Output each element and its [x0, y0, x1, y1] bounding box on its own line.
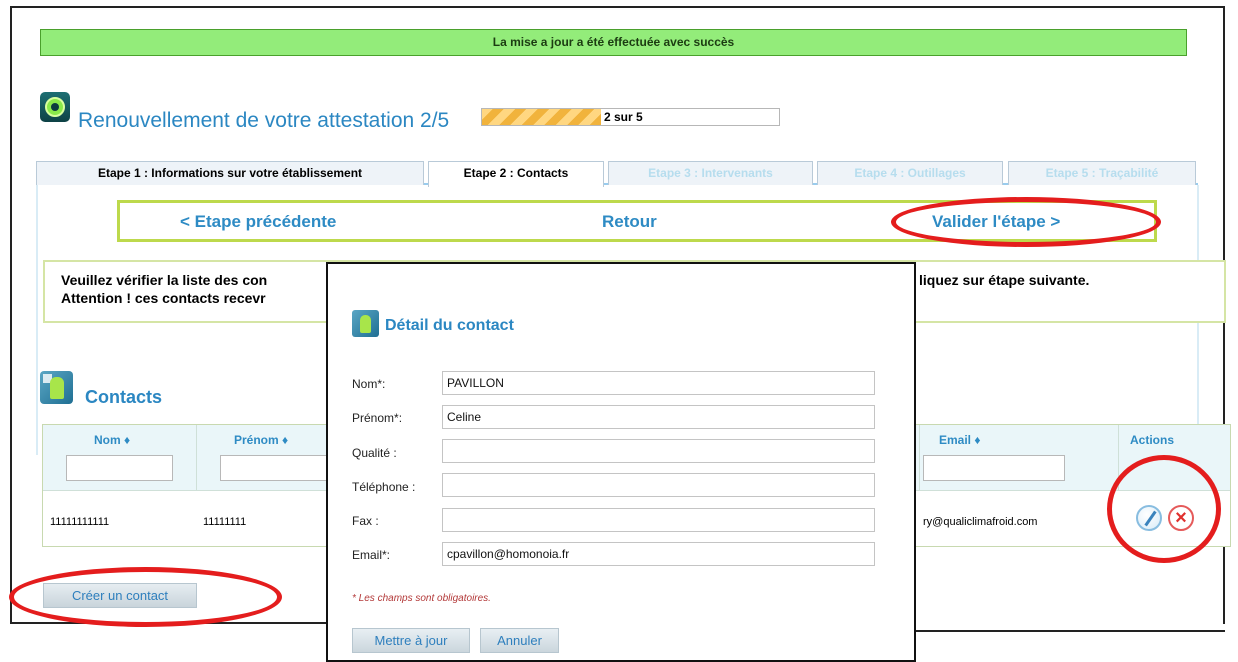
contacts-icon	[40, 371, 73, 404]
label-telephone: Téléphone :	[352, 480, 416, 494]
tab-etape-3: Etape 3 : Intervenants	[608, 161, 813, 185]
delete-icon[interactable]: ×	[1168, 505, 1194, 531]
info-line-1: Veuillez vérifier la liste des con	[61, 272, 268, 288]
progress-fill	[482, 109, 601, 125]
cell-nom: 11111111111	[50, 516, 110, 528]
back-link[interactable]: Retour	[602, 212, 657, 232]
label-prenom: Prénom*:	[352, 411, 403, 425]
column-divider	[1118, 425, 1119, 491]
column-divider	[196, 425, 197, 491]
contacts-title: Contacts	[85, 387, 163, 407]
success-banner: La mise a jour a été effectuée avec succ…	[40, 29, 1187, 56]
modal-title: Détail du contact	[385, 317, 514, 334]
cancel-button[interactable]: Annuler	[480, 628, 559, 653]
info-line-2: Attention ! ces contacts recevr	[61, 290, 266, 306]
contact-detail-icon	[352, 310, 379, 337]
contact-detail-modal: Détail du contact Nom*: Prénom*: Qualité…	[326, 262, 916, 662]
validate-step-link[interactable]: Valider l'étape >	[932, 212, 1060, 232]
filter-prenom-input[interactable]	[220, 455, 330, 481]
edit-icon[interactable]	[1136, 505, 1162, 531]
progress-label: 2 sur 5	[604, 110, 643, 124]
panel-border	[36, 185, 38, 455]
frame-edge	[10, 622, 340, 624]
progress-bar: 2 sur 5	[481, 108, 780, 126]
step-tabs: Etape 1 : Informations sur votre établis…	[36, 161, 1198, 187]
column-prenom[interactable]: Prénom ♦	[234, 433, 288, 447]
label-qualite: Qualité :	[352, 446, 397, 460]
qualite-field[interactable]	[442, 439, 875, 463]
target-icon	[40, 92, 70, 122]
column-email[interactable]: Email ♦	[939, 433, 980, 447]
label-nom: Nom*:	[352, 377, 386, 391]
create-contact-button[interactable]: Créer un contact	[43, 583, 197, 608]
label-email: Email*:	[352, 548, 391, 562]
cell-prenom: 11111111	[203, 516, 247, 528]
telephone-field[interactable]	[442, 473, 875, 497]
column-actions: Actions	[1130, 433, 1175, 447]
step-navigation: < Etape précédente Retour Valider l'étap…	[117, 200, 1157, 242]
info-line-1-end: liquez sur étape suivante.	[919, 272, 1090, 288]
label-fax: Fax :	[352, 514, 379, 528]
fax-field[interactable]	[442, 508, 875, 532]
tab-etape-5: Etape 5 : Traçabilité	[1008, 161, 1196, 185]
prenom-field[interactable]	[442, 405, 875, 429]
frame-edge	[912, 630, 1225, 632]
email-field[interactable]	[442, 542, 875, 566]
filter-nom-input[interactable]	[66, 455, 173, 481]
required-fields-note: * Les champs sont obligatoires.	[352, 593, 491, 604]
filter-email-input[interactable]	[923, 455, 1065, 481]
nom-field[interactable]	[442, 371, 875, 395]
column-divider	[919, 425, 920, 491]
previous-step-link[interactable]: < Etape précédente	[180, 212, 336, 232]
update-button[interactable]: Mettre à jour	[352, 628, 470, 653]
cell-email: ry@qualiclimafroid.com	[923, 516, 1038, 528]
tab-etape-1[interactable]: Etape 1 : Informations sur votre établis…	[36, 161, 424, 185]
column-nom[interactable]: Nom ♦	[94, 433, 130, 447]
page-title: Renouvellement de votre attestation 2/5	[78, 109, 450, 132]
tab-etape-4: Etape 4 : Outillages	[817, 161, 1003, 185]
tab-etape-2[interactable]: Etape 2 : Contacts	[428, 161, 604, 187]
